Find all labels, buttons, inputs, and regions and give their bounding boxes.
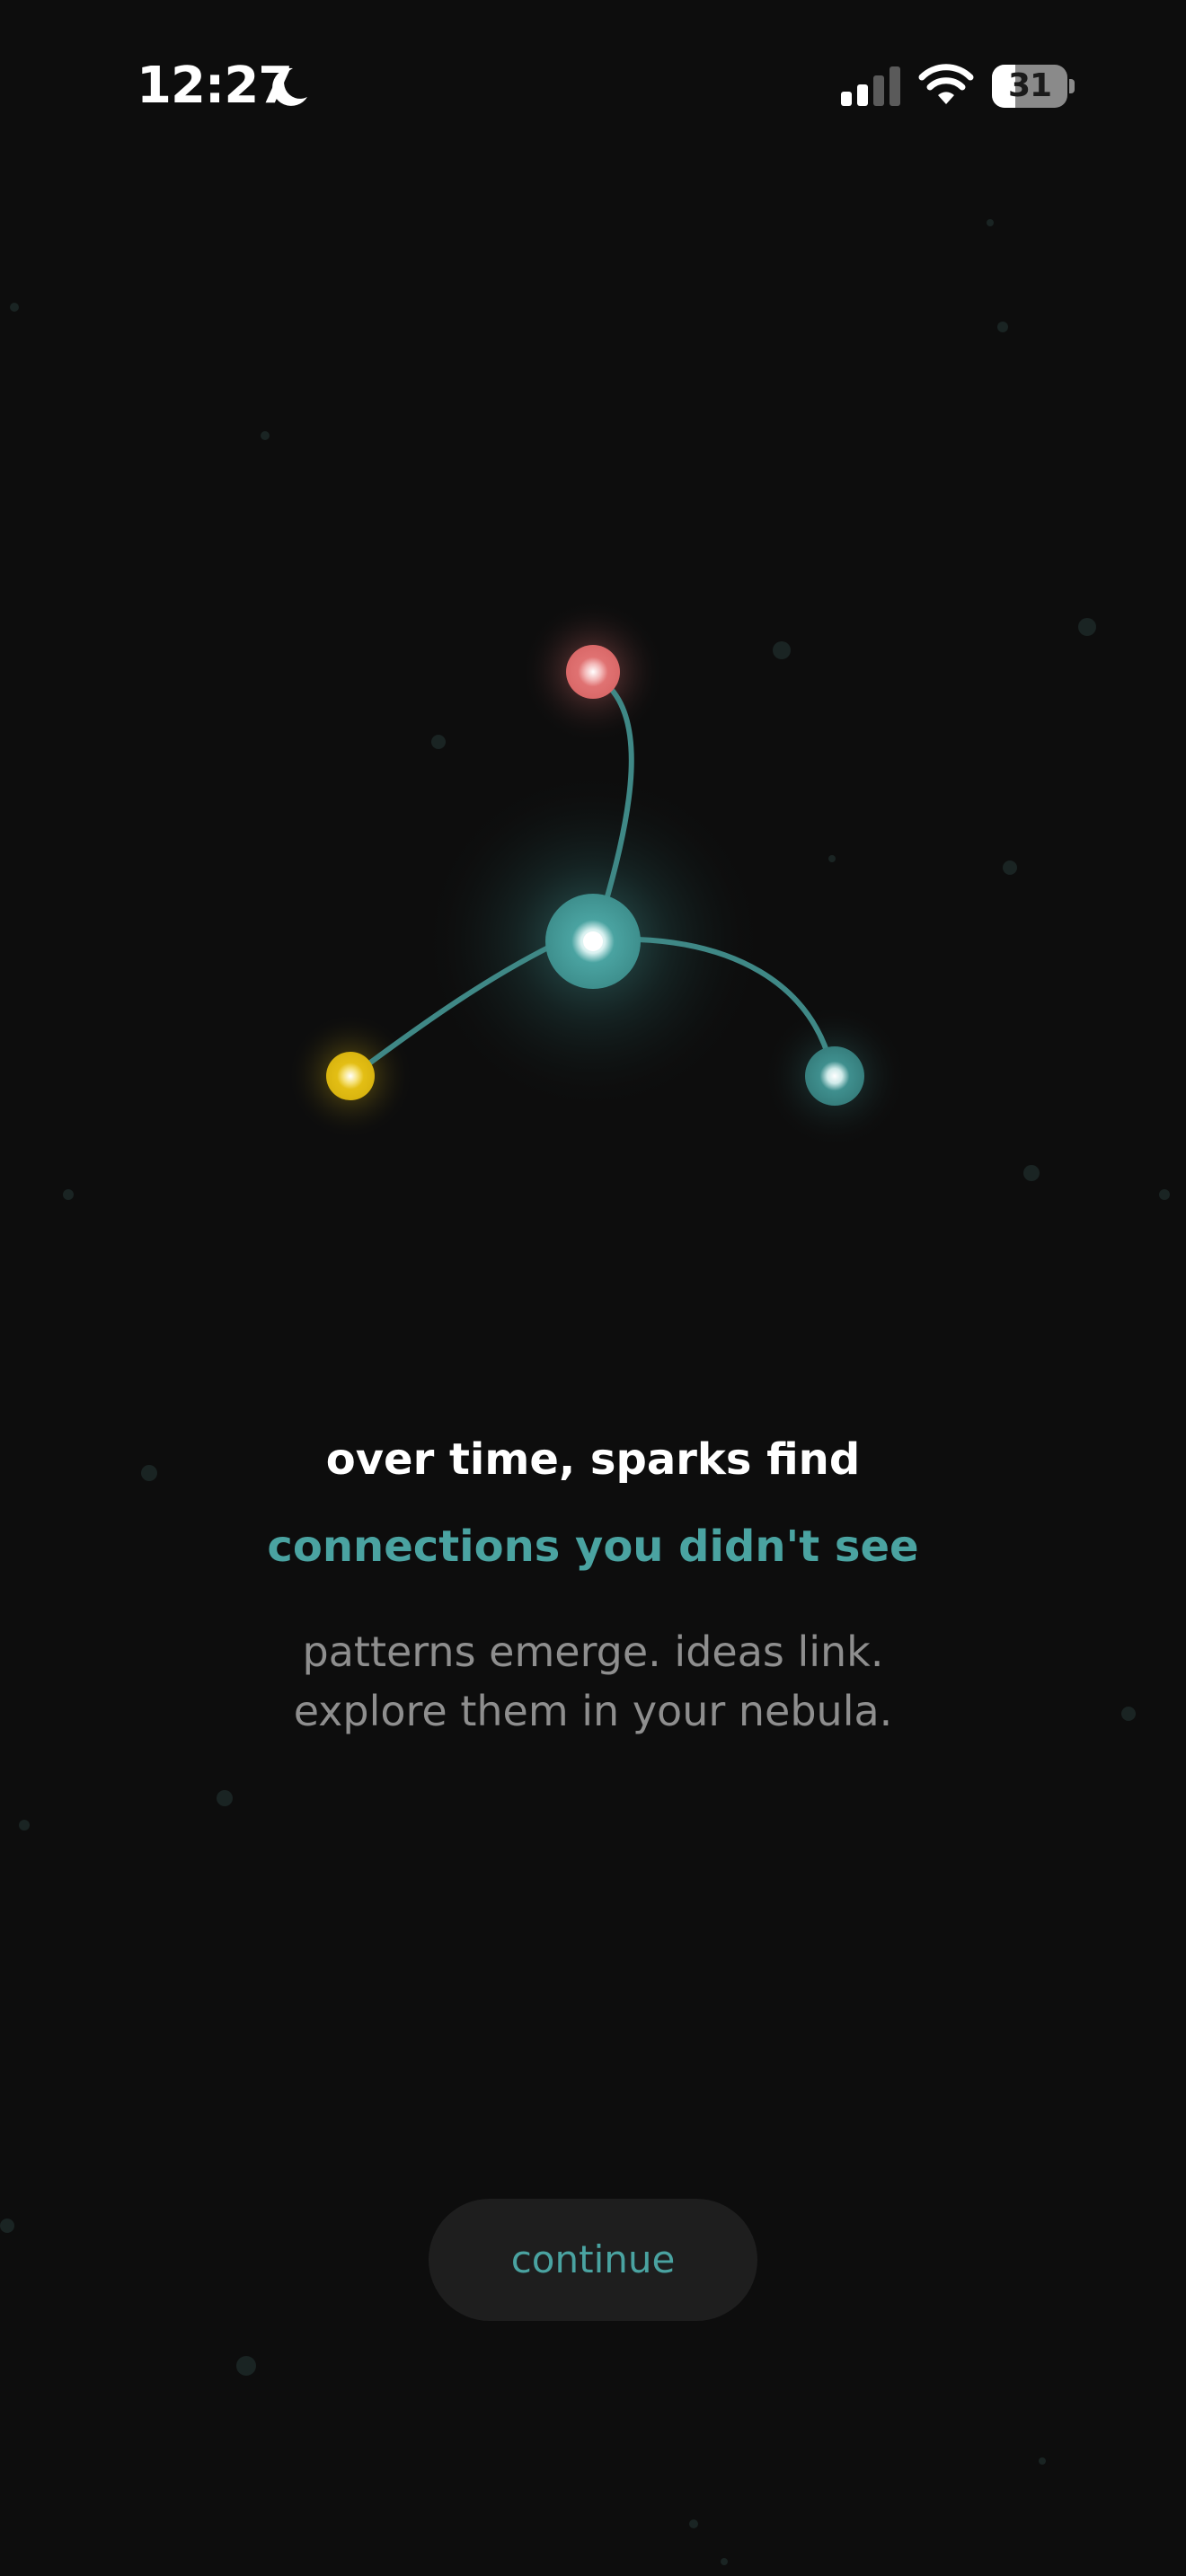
- onboarding-screen: 12:27 31 over time, sparks find connecti…: [0, 0, 1186, 2576]
- description: patterns emerge. ideas link. explore the…: [0, 1622, 1186, 1741]
- constellation-illustration: [288, 600, 907, 1148]
- description-line: patterns emerge. ideas link.: [302, 1628, 884, 1676]
- red-spark-node: [566, 645, 620, 699]
- headline: over time, sparks find: [325, 1434, 861, 1485]
- teal-spark-node: [805, 1046, 864, 1106]
- yellow-spark-node: [326, 1052, 375, 1100]
- headline-accent: connections you didn't see: [267, 1522, 919, 1572]
- continue-button[interactable]: continue: [429, 2199, 757, 2321]
- description-line: explore them in your nebula.: [293, 1687, 893, 1735]
